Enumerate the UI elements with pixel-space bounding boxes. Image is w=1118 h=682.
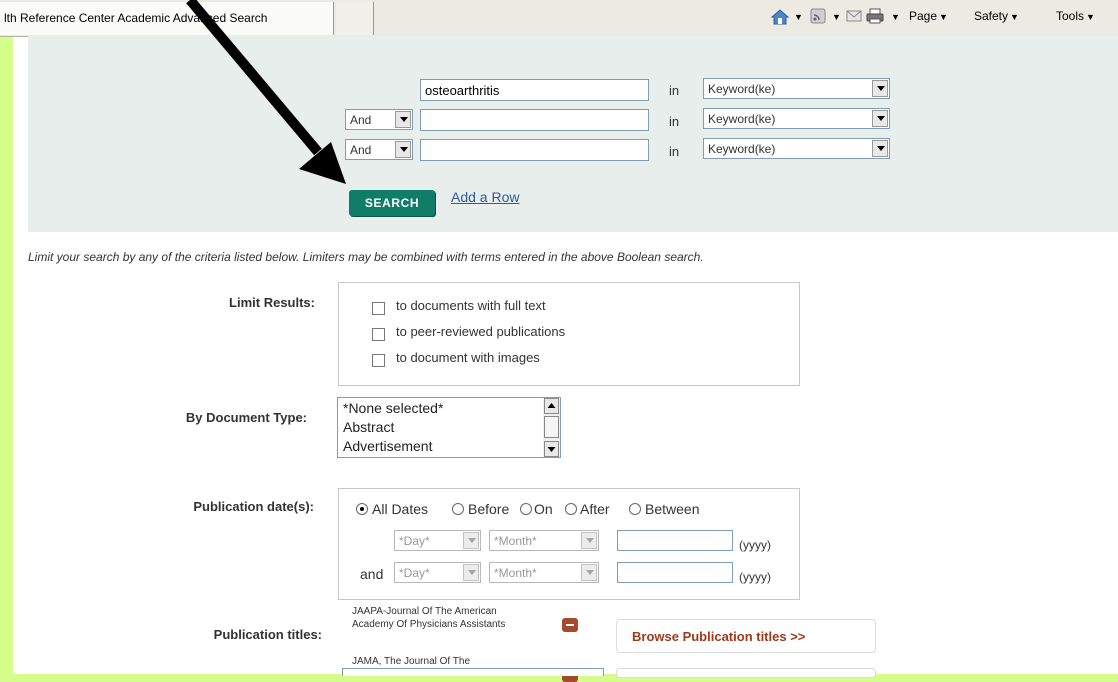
- annotation-arrow-icon: [186, 0, 346, 184]
